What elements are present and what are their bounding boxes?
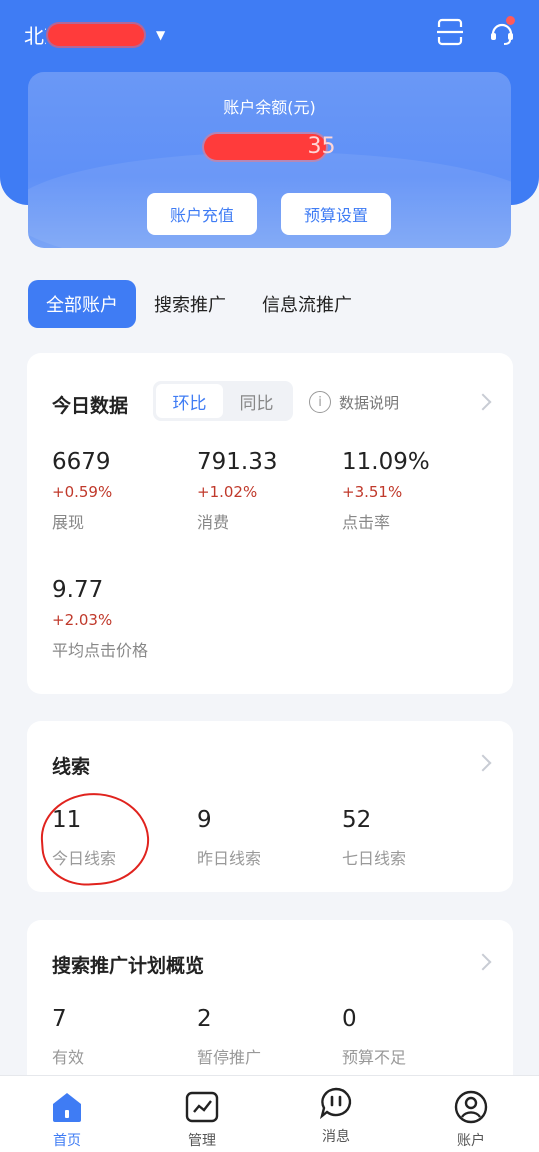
nav-label: 账户 (457, 1133, 485, 1149)
balance-value: 35 (28, 134, 511, 168)
metric-label: 点击率 (342, 513, 391, 532)
tab-search-promotion[interactable]: 搜索推广 (136, 280, 244, 328)
metric-label: 展现 (52, 513, 85, 532)
plan-budget-insufficient[interactable]: 0 预算不足 (342, 1006, 406, 1068)
metric-value: 6679 (52, 449, 111, 475)
bottom-navigation: 首页 管理 消息 账户 (0, 1075, 539, 1152)
leads-seven-day[interactable]: 52 七日线索 (342, 807, 406, 869)
metric-value: 791.33 (197, 449, 278, 475)
plan-label: 暂停推广 (197, 1048, 262, 1067)
nav-account[interactable]: 账户 (431, 1090, 511, 1150)
customer-service-icon[interactable] (486, 16, 518, 48)
metric-impressions[interactable]: 6679 +0.59% 展现 (52, 449, 112, 533)
hand-drawn-circle-annotation (37, 789, 153, 889)
metric-change: +2.03% (52, 611, 113, 629)
nav-messages[interactable]: 消息 (296, 1086, 376, 1146)
metric-label: 平均点击价格 (52, 641, 149, 660)
segment-chain[interactable]: 环比 (156, 384, 223, 418)
home-icon (53, 1093, 81, 1122)
redaction-mark (48, 23, 144, 46)
scan-icon[interactable] (434, 16, 466, 48)
leads-value: 52 (342, 807, 372, 833)
nav-home[interactable]: 首页 (27, 1090, 107, 1150)
nav-manage[interactable]: 管理 (162, 1090, 242, 1150)
metric-label: 消费 (197, 513, 230, 532)
notification-dot (506, 16, 515, 25)
plan-overview-title: 搜索推广计划概览 (52, 955, 205, 977)
plan-paused[interactable]: 2 暂停推广 (197, 1006, 261, 1068)
balance-card: 账户余额(元) 35 账户充值 预算设置 (28, 72, 511, 248)
metric-avg-cpc[interactable]: 9.77 +2.03% 平均点击价格 (52, 577, 148, 661)
chevron-right-icon[interactable] (474, 393, 492, 411)
leads-label: 昨日线索 (197, 849, 262, 868)
plan-value: 0 (342, 1006, 357, 1032)
account-tabs: 全部账户 搜索推广 信息流推广 (28, 280, 370, 328)
leads-label: 七日线索 (342, 849, 407, 868)
chevron-right-icon[interactable] (474, 953, 492, 971)
metric-value: 9.77 (52, 577, 104, 603)
top-bar: 北京 ▼ (0, 0, 539, 68)
caret-down-icon: ▼ (156, 27, 166, 42)
leads-title: 线索 (52, 756, 91, 778)
plan-overview-card: 搜索推广计划概览 7 有效 2 暂停推广 0 预算不足 (27, 920, 513, 1100)
tab-feed-promotion[interactable]: 信息流推广 (244, 280, 370, 328)
plan-active[interactable]: 7 有效 (52, 1006, 84, 1068)
plan-label: 预算不足 (342, 1048, 407, 1067)
metric-change: +0.59% (52, 483, 113, 501)
data-explain-label: 数据说明 (339, 393, 400, 412)
leads-value: 9 (197, 807, 212, 833)
user-icon (454, 1090, 488, 1124)
plan-label: 有效 (52, 1048, 85, 1067)
metric-change: +1.02% (197, 483, 258, 501)
balance-visible-digits: 35 (307, 134, 336, 159)
metric-change: +3.51% (342, 483, 403, 501)
segment-yoy[interactable]: 同比 (223, 384, 290, 418)
recharge-button[interactable]: 账户充值 (147, 193, 257, 235)
account-name: 北京 (24, 24, 46, 48)
metric-value: 11.09% (342, 449, 430, 475)
message-icon (319, 1087, 352, 1120)
compare-segment: 环比 同比 (153, 381, 293, 421)
metric-cost[interactable]: 791.33 +1.02% 消费 (197, 449, 277, 533)
today-data-card: 今日数据 环比 同比 i 数据说明 6679 +0.59% 展现 791.33 … (27, 353, 513, 694)
budget-settings-button[interactable]: 预算设置 (281, 193, 391, 235)
chevron-right-icon[interactable] (474, 754, 492, 772)
account-switcher[interactable]: 北京 ▼ (24, 20, 165, 49)
nav-label: 消息 (322, 1129, 350, 1145)
tab-all-accounts[interactable]: 全部账户 (28, 280, 136, 328)
nav-label: 首页 (53, 1133, 81, 1149)
nav-label: 管理 (188, 1133, 216, 1149)
leads-card: 线索 11 今日线索 9 昨日线索 52 七日线索 (27, 721, 513, 892)
plan-value: 7 (52, 1006, 67, 1032)
plan-value: 2 (197, 1006, 212, 1032)
metric-ctr[interactable]: 11.09% +3.51% 点击率 (342, 449, 430, 533)
info-icon: i (309, 391, 331, 413)
today-data-title: 今日数据 (52, 395, 129, 417)
chart-icon (185, 1091, 219, 1123)
data-explain-link[interactable]: i 数据说明 (309, 391, 399, 413)
balance-label: 账户余额(元) (223, 98, 316, 117)
leads-yesterday[interactable]: 9 昨日线索 (197, 807, 261, 869)
